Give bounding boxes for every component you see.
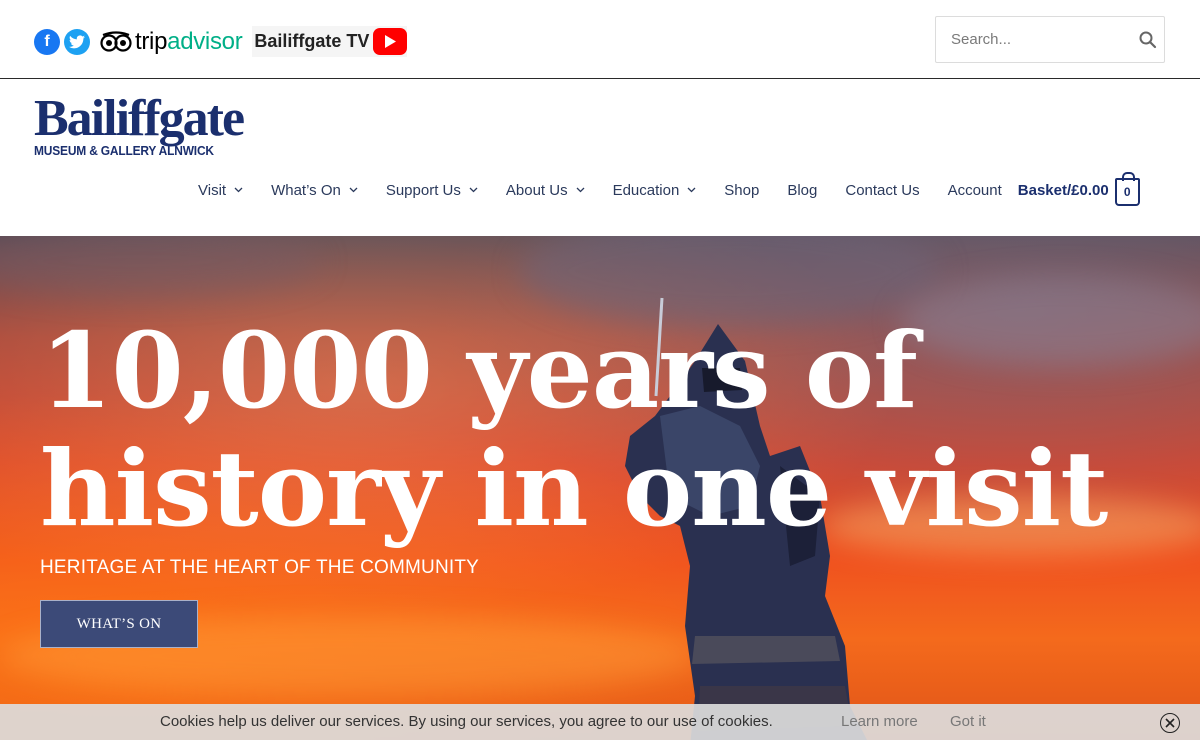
top-bar: f tripadvisor Bailiffgate TV	[0, 0, 1200, 79]
cookie-banner: Cookies help us deliver our services. By…	[0, 704, 1200, 740]
close-icon[interactable]	[1160, 713, 1180, 733]
nav-item-label: Contact Us	[845, 181, 920, 199]
chevron-down-icon	[469, 187, 478, 193]
nav-item-visit[interactable]: Visit	[198, 182, 243, 199]
hero-title-line: history in one visit	[40, 427, 1108, 550]
nav-item-blog[interactable]: Blog	[787, 182, 817, 199]
basket-count: 0	[1123, 185, 1131, 199]
logo-sub-text: MUSEUM & GALLERY ALNWICK	[34, 143, 214, 158]
logo-main-text: Bailiffgate	[34, 90, 245, 147]
hero-banner: 10,000 years of history in one visit HER…	[0, 236, 1200, 740]
facebook-icon[interactable]: f	[34, 28, 60, 55]
bailiffgate-tv-link[interactable]: Bailiffgate TV	[252, 26, 408, 57]
bailiffgate-tv-label: Bailiffgate TV	[254, 31, 370, 51]
nav-item-label: Shop	[724, 181, 760, 199]
basket-label: Basket/£0.00	[1017, 181, 1109, 199]
basket-icon: 0	[1114, 172, 1140, 206]
nav-item-label: Education	[612, 181, 680, 199]
nav-item-label: Visit	[198, 181, 227, 199]
nav-item-label: Support Us	[385, 181, 461, 199]
youtube-icon	[373, 28, 408, 55]
nav-item-label: About Us	[505, 181, 568, 199]
sky-cloud	[0, 236, 320, 296]
nav-item-label: What’s On	[271, 181, 341, 199]
tripadvisor-trip: trip	[135, 27, 168, 55]
chevron-down-icon	[576, 187, 585, 193]
whats-on-button[interactable]: WHAT’S ON	[40, 600, 198, 648]
cookie-message: Cookies help us deliver our services. By…	[160, 713, 773, 730]
nav-item-account[interactable]: Account	[948, 182, 1002, 199]
nav-item-education[interactable]: Education	[613, 182, 697, 199]
hero-title: 10,000 years of history in one visit	[40, 309, 1108, 550]
search-icon[interactable]	[1138, 30, 1158, 50]
cookie-got-it-button[interactable]: Got it	[950, 713, 986, 730]
search-input[interactable]	[936, 17, 1131, 62]
hero-subtitle: HERITAGE AT THE HEART OF THE COMMUNITY	[40, 557, 480, 578]
cookie-learn-more-link[interactable]: Learn more	[841, 713, 918, 730]
chevron-down-icon	[687, 187, 696, 193]
nav-item-label: Account	[947, 181, 1002, 199]
social-links: f tripadvisor Bailiffgate TV	[34, 26, 408, 57]
basket-link[interactable]: Basket/£0.00 0	[1017, 172, 1140, 206]
nav-item-contact-us[interactable]: Contact Us	[845, 182, 919, 199]
nav-item-shop[interactable]: Shop	[724, 182, 759, 199]
tripadvisor-link[interactable]: tripadvisor	[100, 27, 243, 56]
chevron-down-icon	[349, 187, 358, 193]
tripadvisor-advisor: advisor	[167, 27, 243, 55]
search-box	[935, 16, 1165, 63]
nav-item-whats-on[interactable]: What’s On	[271, 182, 358, 199]
tripadvisor-owl-icon	[100, 30, 132, 53]
main-nav: Visit What’s On Support Us About Us Educ…	[198, 172, 1140, 206]
chevron-down-icon	[234, 187, 243, 193]
nav-item-about-us[interactable]: About Us	[506, 182, 585, 199]
nav-item-label: Blog	[787, 181, 818, 199]
nav-item-support-us[interactable]: Support Us	[386, 182, 478, 199]
twitter-icon[interactable]	[64, 28, 90, 55]
hero-title-line: 10,000 years of	[40, 309, 918, 432]
site-logo[interactable]: Bailiffgate MUSEUM & GALLERY ALNWICK	[34, 90, 246, 162]
